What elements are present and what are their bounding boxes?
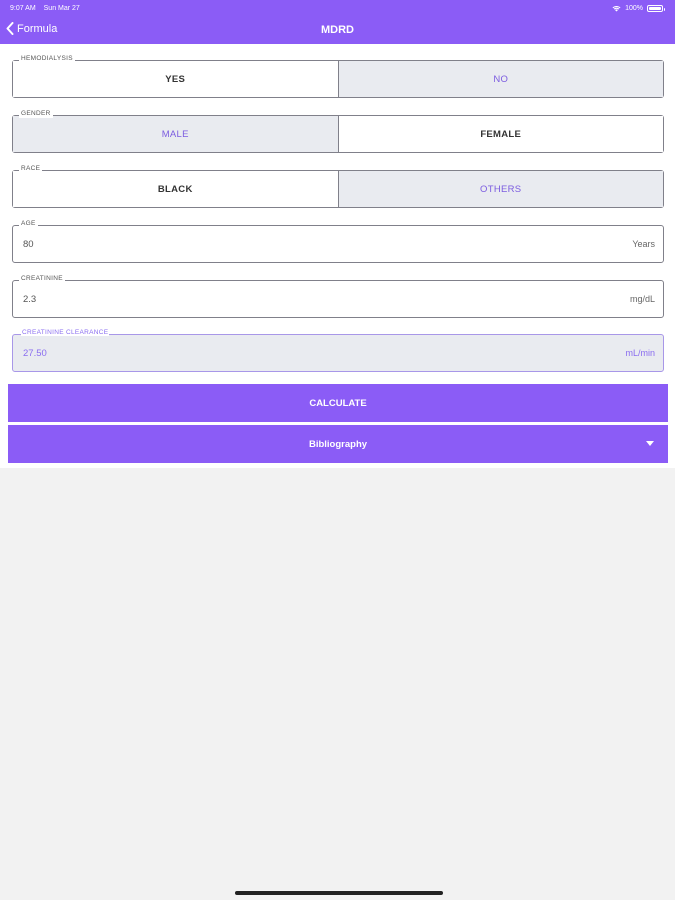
status-bar: 9:07 AM Sun Mar 27 100% bbox=[10, 3, 665, 14]
page-title: MDRD bbox=[321, 24, 354, 36]
clearance-label-text: CREATININE CLEARANCE bbox=[21, 329, 110, 336]
back-button[interactable]: Formula bbox=[6, 22, 57, 35]
race-others-option[interactable]: OTHERS bbox=[337, 171, 663, 207]
creatinine-field: CREATININE mg/dL bbox=[12, 275, 664, 318]
age-label: AGE bbox=[19, 220, 38, 228]
hemodialysis-no-option[interactable]: NO bbox=[337, 61, 663, 97]
creatinine-label: CREATININE bbox=[19, 275, 65, 283]
clearance-unit: mL/min bbox=[625, 348, 655, 358]
clearance-label: CREATININE CLEARANCE bbox=[19, 329, 111, 337]
caret-down-icon bbox=[646, 441, 654, 446]
race-label: RACE bbox=[19, 165, 43, 173]
hemodialysis-yes-option[interactable]: YES bbox=[13, 61, 338, 97]
bibliography-label: Bibliography bbox=[308, 438, 368, 450]
bibliography-toggle[interactable]: Bibliography bbox=[8, 425, 668, 463]
race-group: RACE BLACK OTHERS bbox=[12, 165, 664, 208]
wifi-icon bbox=[612, 5, 621, 11]
calculate-button[interactable]: CALCULATE bbox=[8, 384, 668, 422]
chevron-left-icon bbox=[6, 22, 14, 35]
clearance-field: CREATININE CLEARANCE mL/min bbox=[12, 329, 664, 372]
form-panel: HEMODIALYSIS YES NO GENDER MALE FEMALE R… bbox=[0, 44, 675, 468]
gender-label: GENDER bbox=[19, 110, 53, 118]
clearance-output bbox=[23, 347, 223, 359]
header-bar: 9:07 AM Sun Mar 27 100% Formula MDRD bbox=[0, 0, 675, 44]
hemodialysis-label: HEMODIALYSIS bbox=[19, 55, 75, 63]
age-field: AGE Years bbox=[12, 220, 664, 263]
calculate-label: CALCULATE bbox=[309, 397, 367, 409]
home-indicator bbox=[235, 891, 443, 895]
battery-icon bbox=[647, 5, 665, 12]
gender-group: GENDER MALE FEMALE bbox=[12, 110, 664, 153]
status-time: 9:07 AM bbox=[10, 5, 36, 12]
hemodialysis-group: HEMODIALYSIS YES NO bbox=[12, 55, 664, 98]
status-date: Sun Mar 27 bbox=[43, 5, 80, 12]
battery-percent: 100% bbox=[625, 5, 643, 12]
race-black-option[interactable]: BLACK bbox=[13, 171, 338, 207]
age-input[interactable] bbox=[23, 238, 223, 250]
back-label: Formula bbox=[17, 22, 58, 35]
creatinine-unit: mg/dL bbox=[629, 294, 655, 304]
creatinine-input[interactable] bbox=[23, 293, 223, 305]
gender-male-option[interactable]: MALE bbox=[13, 116, 338, 152]
age-unit: Years bbox=[632, 239, 655, 249]
gender-female-option[interactable]: FEMALE bbox=[337, 116, 663, 152]
